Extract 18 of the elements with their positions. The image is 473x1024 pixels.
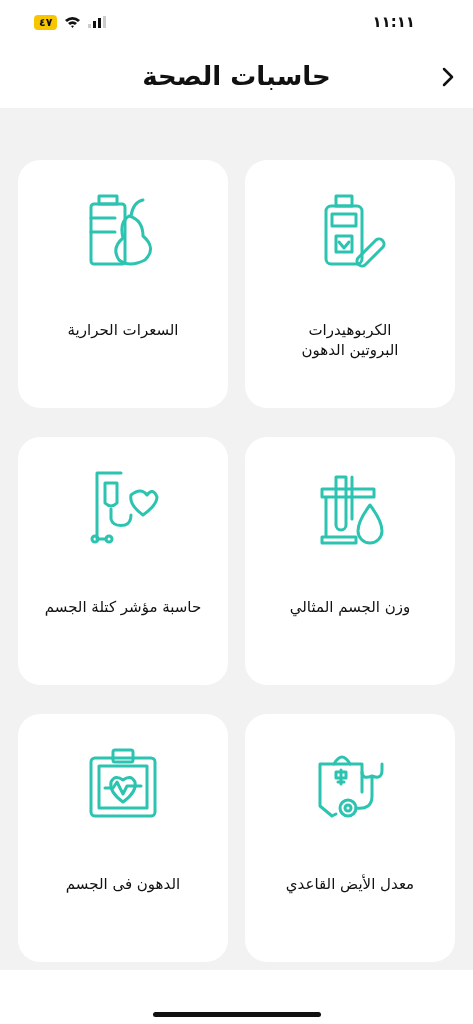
signal-icon — [88, 16, 109, 28]
page-title: حاسبات الصحة — [142, 61, 331, 91]
card-label: حاسبة مؤشر كتلة الجسم — [44, 597, 202, 618]
calculator-card[interactable]: الدهون فى الجسم — [18, 714, 228, 962]
calculator-card[interactable]: حاسبة مؤشر كتلة الجسم — [18, 437, 228, 685]
calculator-card[interactable]: الكربوهيدرات البروتين الدهون — [245, 160, 455, 408]
calculator-card[interactable]: معدل الأيض القاعدي — [245, 714, 455, 962]
wifi-icon — [64, 16, 82, 28]
status-time: ١١:١١ — [372, 13, 415, 31]
card-label: معدل الأيض القاعدي — [285, 874, 415, 895]
battery-level: ٤٧ — [34, 14, 58, 30]
calculator-card[interactable]: السعرات الحرارية — [18, 160, 228, 408]
card-label: الدهون فى الجسم — [65, 874, 181, 895]
calculator-card[interactable]: وزن الجسم المثالي — [245, 437, 455, 685]
card-label: الكربوهيدرات البروتين الدهون — [301, 320, 399, 361]
card-label: السعرات الحرارية — [67, 320, 179, 341]
chevron-icon[interactable] — [441, 66, 455, 88]
card-label: وزن الجسم المثالي — [289, 597, 411, 618]
